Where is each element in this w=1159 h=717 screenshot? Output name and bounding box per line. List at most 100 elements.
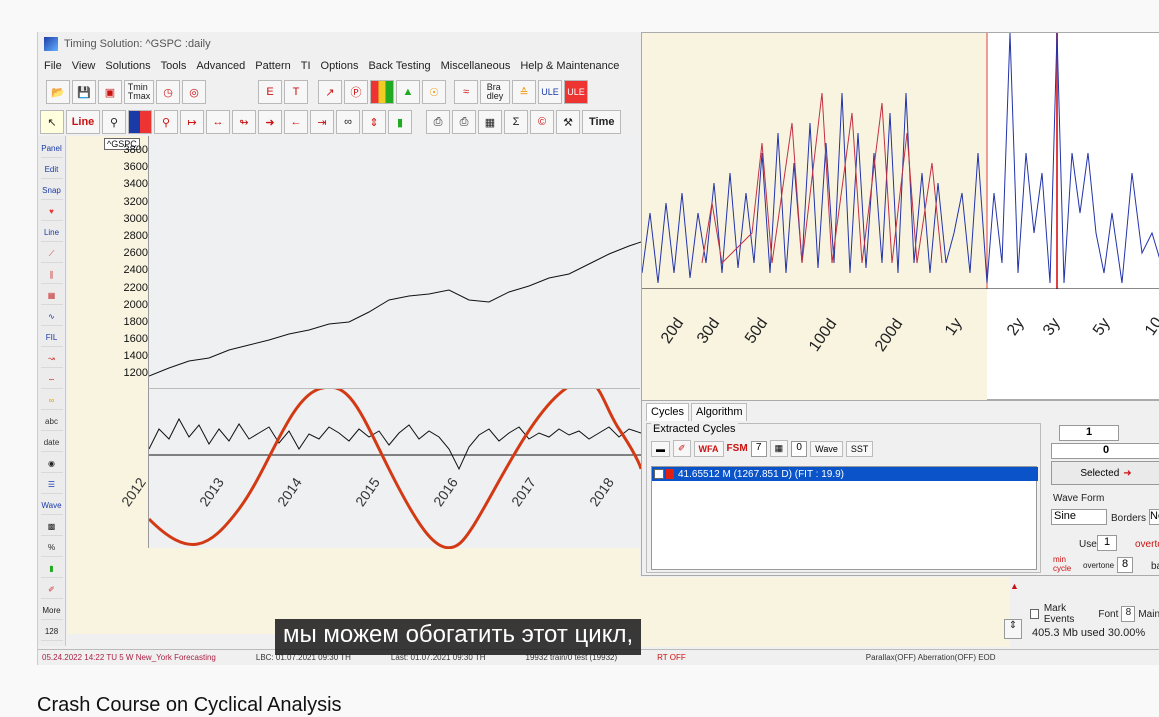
t-icon[interactable]: T bbox=[284, 80, 308, 104]
tab-algorithm[interactable]: Algorithm bbox=[691, 403, 748, 421]
target-icon[interactable]: ◉ bbox=[40, 455, 63, 473]
menu-options[interactable]: Options bbox=[321, 60, 359, 72]
menu-file[interactable]: File bbox=[44, 60, 62, 72]
tmin-tmax-button[interactable]: Tmin Tmax bbox=[124, 80, 154, 104]
wfa-button[interactable]: WFA bbox=[693, 440, 724, 457]
field-zero[interactable]: 0 bbox=[1051, 443, 1159, 459]
fsm-input[interactable]: 7 bbox=[750, 440, 767, 457]
overtone-input-right[interactable]: 8 bbox=[1117, 557, 1133, 573]
diagonal-lines-icon[interactable]: ⟋ bbox=[40, 245, 63, 263]
c-icon[interactable]: © bbox=[530, 110, 554, 134]
use-input[interactable]: 1 bbox=[1097, 535, 1117, 551]
menu-help[interactable]: Help & Maintenance bbox=[520, 60, 619, 72]
main-select[interactable]: Main bbox=[1138, 609, 1159, 620]
overtone-icon[interactable]: ▦ bbox=[769, 440, 789, 457]
heart-icon[interactable]: ♥ bbox=[40, 203, 63, 221]
edit-button[interactable]: Edit bbox=[40, 161, 63, 179]
snap-button[interactable]: Snap bbox=[40, 182, 63, 200]
channel-icon[interactable]: ∥ bbox=[40, 266, 63, 284]
bars-color-icon[interactable] bbox=[370, 80, 394, 104]
spectrum-window[interactable]: 20d 30d 50d 100d 200d 1y 2y 3y 5y 10 bbox=[641, 32, 1159, 401]
tab-cycles[interactable]: Cycles bbox=[646, 403, 690, 421]
panel-button[interactable]: Panel bbox=[40, 140, 63, 158]
wave-icon[interactable]: ≈ bbox=[454, 80, 478, 104]
menu-tools[interactable]: Tools bbox=[161, 60, 187, 72]
selected-button[interactable]: Selected ➜ bbox=[1051, 461, 1159, 485]
wave-button[interactable]: Wave bbox=[810, 440, 843, 457]
spinner-icon[interactable]: ⇕ bbox=[1004, 619, 1022, 639]
open-icon[interactable]: 📂 bbox=[46, 80, 70, 104]
tools-icon[interactable]: ⚒ bbox=[556, 110, 580, 134]
bars-icon[interactable]: ▮ bbox=[40, 560, 63, 578]
triangles-icon[interactable]: ▲ bbox=[396, 80, 420, 104]
e-icon[interactable]: E bbox=[258, 80, 282, 104]
field-one[interactable]: 1 bbox=[1059, 425, 1119, 441]
cycle-row-selected[interactable]: 41.65512 M (1267.851 D) (FIT : 19.9) bbox=[652, 467, 1038, 481]
price-plot[interactable] bbox=[148, 136, 642, 388]
line-button[interactable]: Line bbox=[40, 224, 63, 242]
menu-advanced[interactable]: Advanced bbox=[196, 60, 245, 72]
menu-pattern[interactable]: Pattern bbox=[255, 60, 290, 72]
menu-solutions[interactable]: Solutions bbox=[105, 60, 150, 72]
ule-red-button[interactable]: ULE bbox=[564, 80, 588, 104]
zoom-icon[interactable]: ⚲ bbox=[102, 110, 126, 134]
wheel-icon[interactable]: ◎ bbox=[182, 80, 206, 104]
line-tool-button[interactable]: Line bbox=[66, 110, 100, 134]
edit-cycle-icon[interactable]: ✐ bbox=[673, 440, 691, 457]
range-icon[interactable]: ↦ bbox=[180, 110, 204, 134]
date-button[interactable]: date bbox=[40, 434, 63, 452]
bradley-button[interactable]: Bra dley bbox=[480, 80, 510, 104]
zoom-red-icon[interactable]: ⚲ bbox=[154, 110, 178, 134]
arrow-right-icon[interactable]: ➜ bbox=[258, 110, 282, 134]
window-icon[interactable]: ▣ bbox=[98, 80, 122, 104]
borders-select[interactable]: No bbox=[1149, 509, 1159, 525]
zigzag-tool-icon[interactable]: ∿ bbox=[40, 308, 63, 326]
more-button[interactable]: More bbox=[40, 602, 63, 620]
end-green-icon[interactable]: ▮ bbox=[388, 110, 412, 134]
sst-button[interactable]: SST bbox=[845, 440, 874, 457]
grid-icon[interactable]: ▦ bbox=[40, 287, 63, 305]
ule-button[interactable]: ULE bbox=[538, 80, 562, 104]
wave-form-select[interactable]: Sine bbox=[1051, 509, 1107, 525]
wave-button[interactable]: Wave bbox=[40, 497, 63, 515]
t-circle-icon[interactable]: Ⓟ bbox=[344, 80, 368, 104]
overtone-input[interactable]: 0 bbox=[791, 440, 808, 457]
mark-events-checkbox[interactable] bbox=[1030, 609, 1039, 619]
cycles-list[interactable]: 41.65512 M (1267.851 D) (FIT : 19.9) bbox=[651, 466, 1038, 570]
pen-icon[interactable]: ✐ bbox=[40, 581, 63, 599]
sigma-icon[interactable]: Σ bbox=[504, 110, 528, 134]
sun-icon[interactable]: ☉ bbox=[422, 80, 446, 104]
price-chart-area[interactable]: ^GSPC 3800 3600 3400 3200 3000 2800 2600… bbox=[68, 136, 643, 634]
cycle-checkbox[interactable] bbox=[654, 469, 664, 479]
arrow-left-icon[interactable]: ← bbox=[284, 110, 308, 134]
remove-button[interactable]: ▬ bbox=[651, 440, 670, 457]
print-icon[interactable]: ⎙ bbox=[426, 110, 450, 134]
contract-icon[interactable]: ↬ bbox=[232, 110, 256, 134]
line-chart-icon[interactable]: ↗ bbox=[318, 80, 342, 104]
end-icon[interactable]: ⇥ bbox=[310, 110, 334, 134]
fan-icon[interactable]: ↝ bbox=[40, 350, 63, 368]
menu-ti[interactable]: TI bbox=[301, 60, 311, 72]
cycles-icon[interactable]: ∞ bbox=[40, 392, 63, 410]
save-icon[interactable]: 💾 bbox=[72, 80, 96, 104]
percent-button[interactable]: % bbox=[40, 539, 63, 557]
table-icon[interactable]: ▦ bbox=[478, 110, 502, 134]
link-icon[interactable]: ∞ bbox=[336, 110, 360, 134]
pointer-icon[interactable]: ↖ bbox=[40, 110, 64, 134]
calc-icon[interactable]: ▩ bbox=[40, 518, 63, 536]
print2-icon[interactable]: ⎙ bbox=[452, 110, 476, 134]
split-icon[interactable]: ⇕ bbox=[362, 110, 386, 134]
font-size-input[interactable]: 8 bbox=[1121, 606, 1136, 622]
scroll-up-icon[interactable]: ▲ bbox=[1010, 581, 1019, 591]
clock-icon[interactable]: ◷ bbox=[156, 80, 180, 104]
scale-value[interactable]: 128 bbox=[40, 623, 63, 641]
time-button[interactable]: Time bbox=[582, 110, 622, 134]
text-button[interactable]: abc bbox=[40, 413, 63, 431]
curve-icon[interactable]: ∽ bbox=[40, 371, 63, 389]
expand-icon[interactable]: ↔ bbox=[206, 110, 230, 134]
zigzag-icon[interactable]: ≙ bbox=[512, 80, 536, 104]
menu-miscellaneous[interactable]: Miscellaneous bbox=[441, 60, 511, 72]
flag-icon[interactable] bbox=[128, 110, 152, 134]
menu-back-testing[interactable]: Back Testing bbox=[368, 60, 430, 72]
fib-button[interactable]: FIL bbox=[40, 329, 63, 347]
